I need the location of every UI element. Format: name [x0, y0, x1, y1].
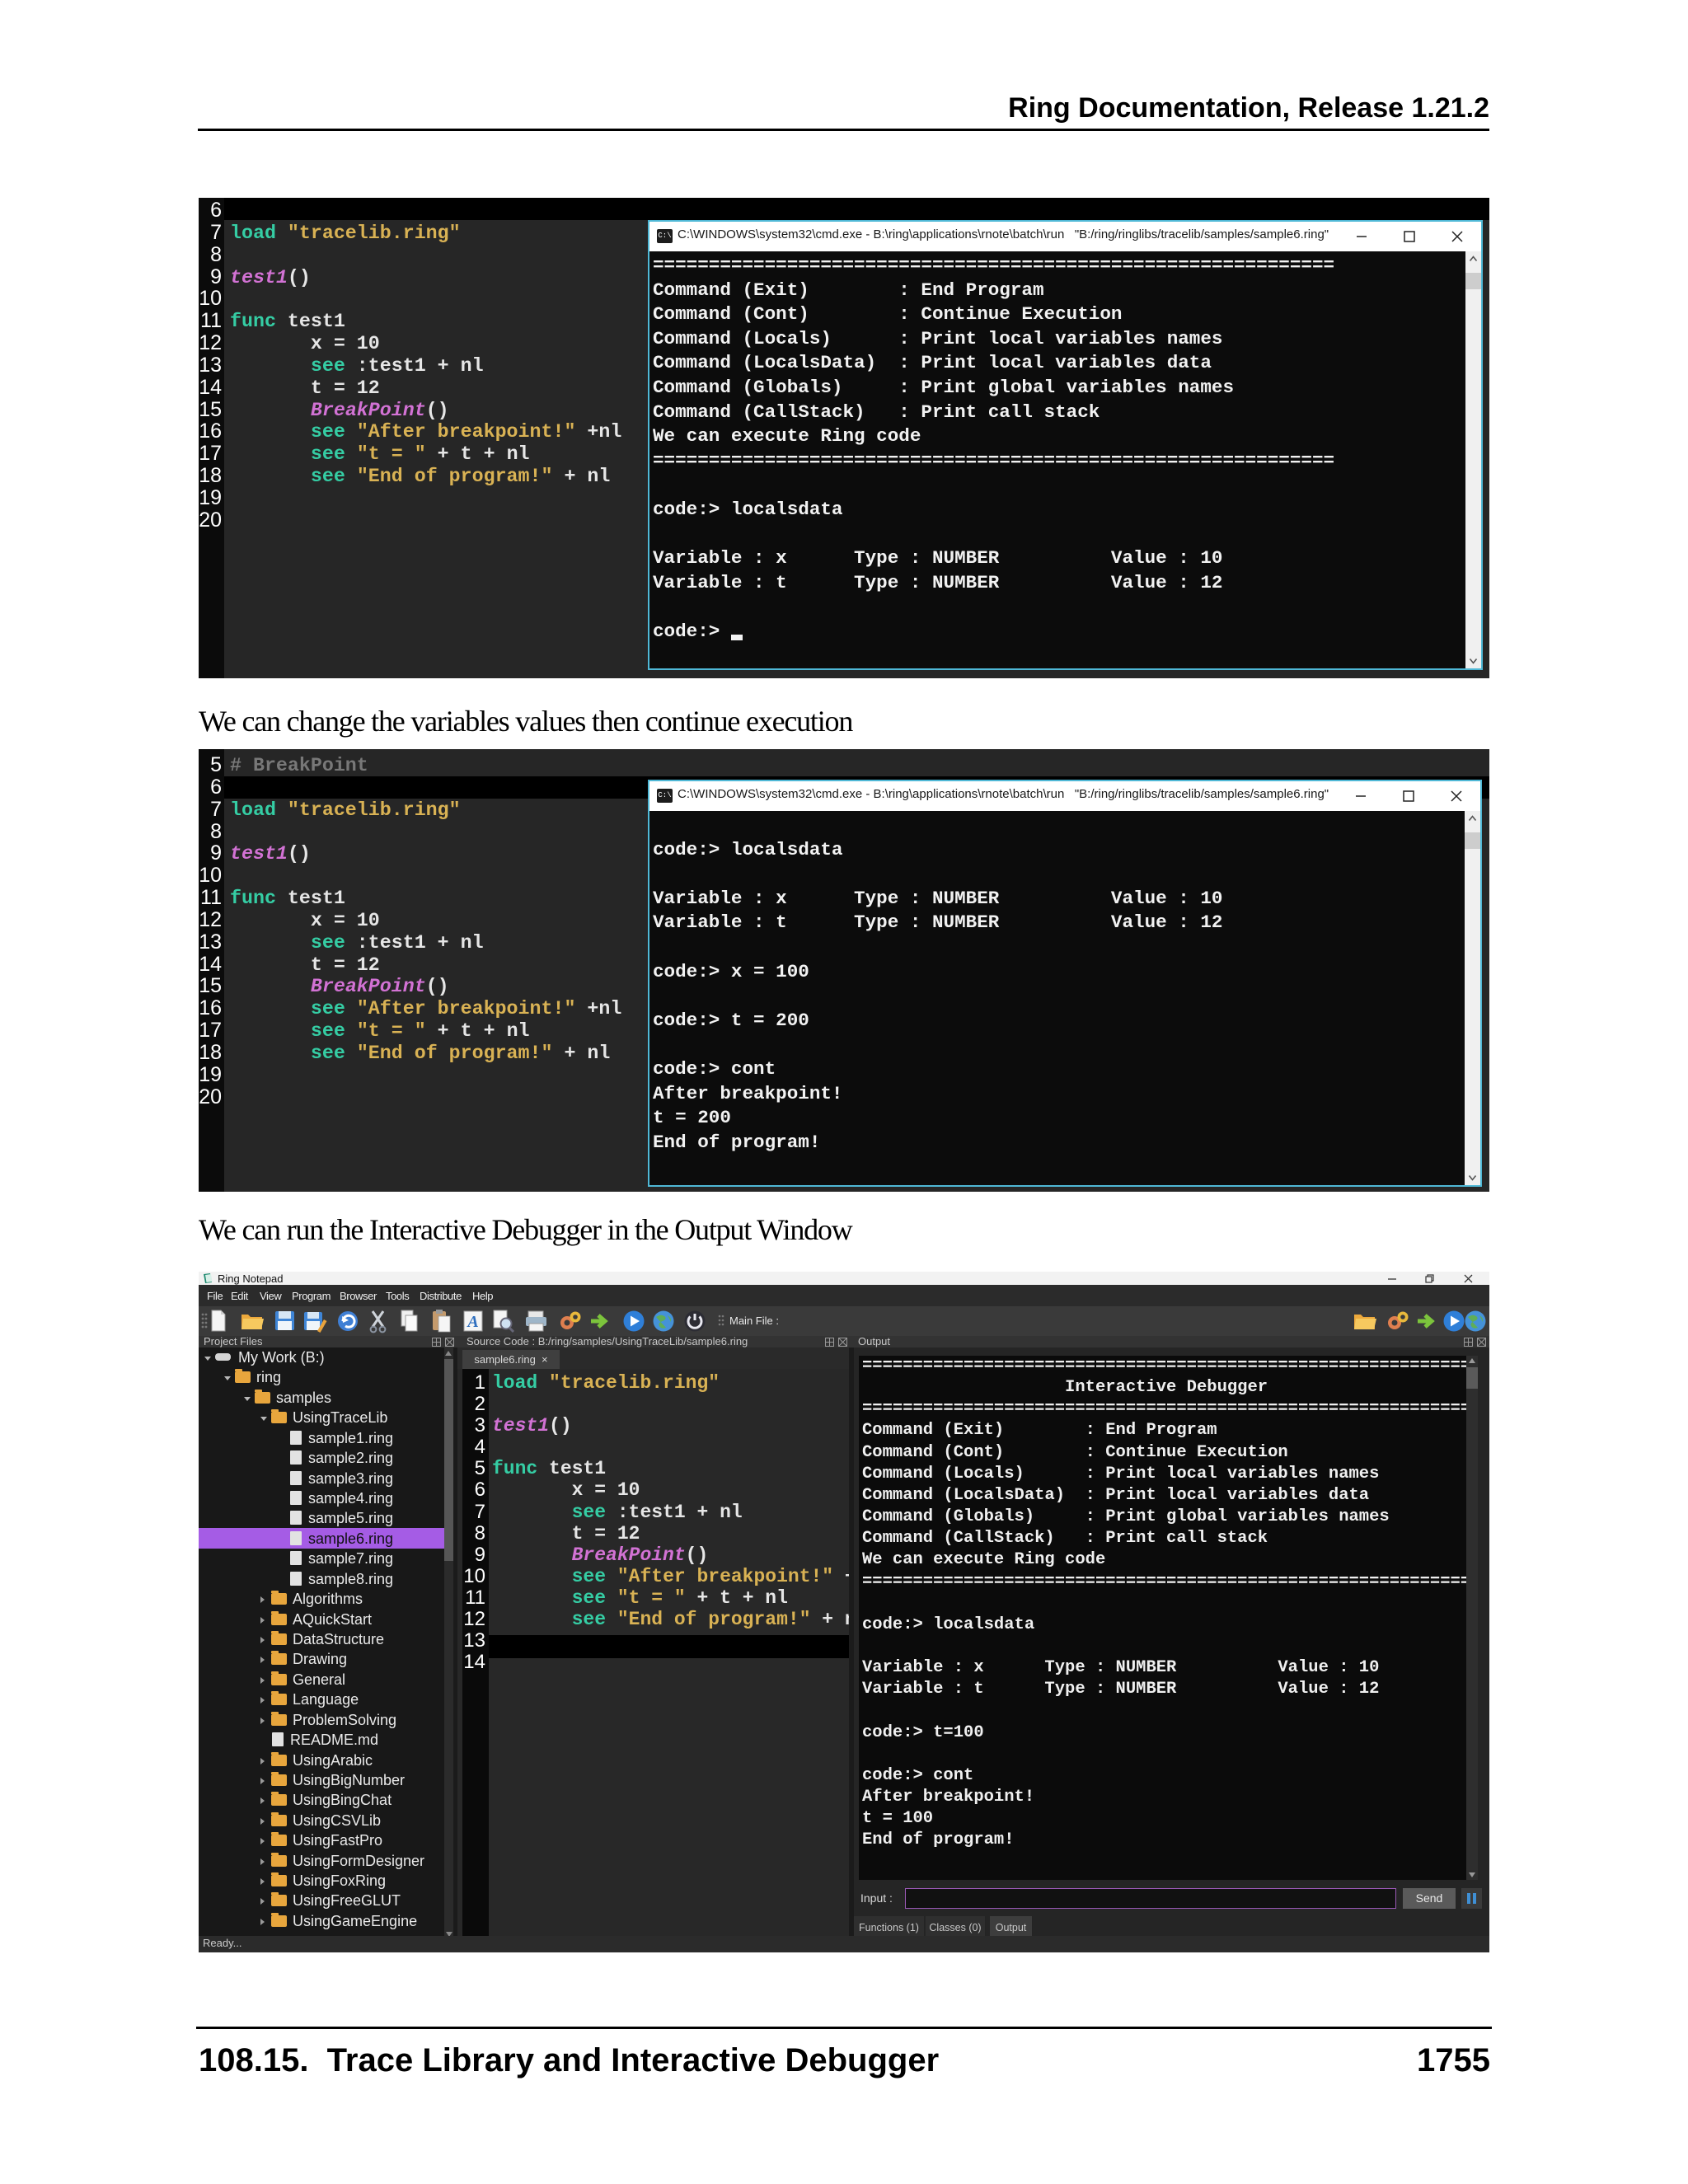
svg-text:A: A	[466, 1313, 478, 1331]
